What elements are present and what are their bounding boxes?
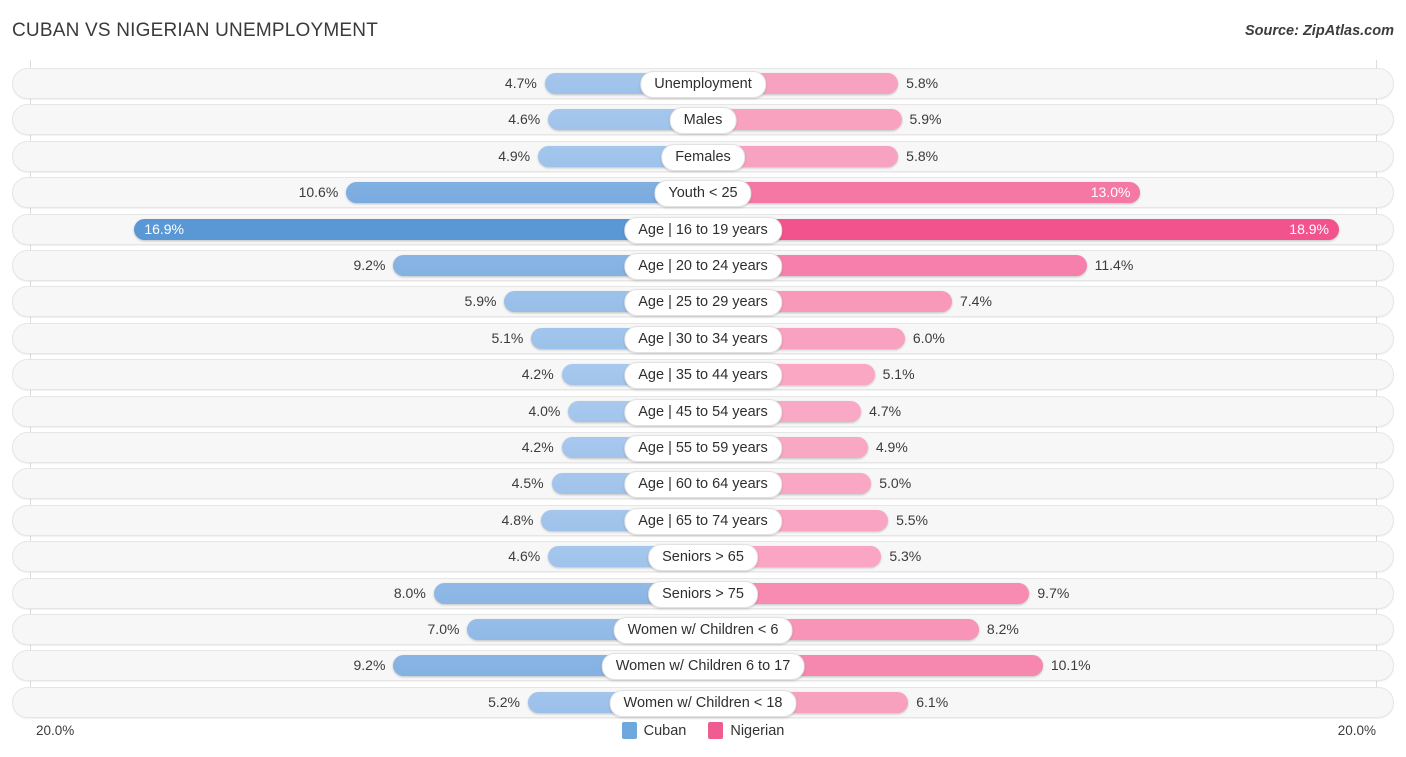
bar-nigerian[interactable]	[703, 218, 1339, 240]
bar-nigerian[interactable]	[703, 182, 1141, 204]
category-label: Age | 25 to 29 years	[624, 289, 782, 317]
bar-group: 10.6% 13.0% Youth < 25	[0, 177, 1406, 208]
category-label: Age | 45 to 54 years	[624, 398, 782, 426]
bar-group: 4.6% 5.9% Males	[0, 104, 1406, 135]
bar-group: 5.1% 6.0% Age | 30 to 34 years	[0, 323, 1406, 354]
bar-group: 4.2% 5.1% Age | 35 to 44 years	[0, 359, 1406, 390]
page-title: CUBAN VS NIGERIAN UNEMPLOYMENT	[12, 20, 378, 41]
bar-value-cuban: 4.8%	[501, 511, 534, 528]
bar-value-cuban: 4.0%	[528, 402, 561, 419]
bar-value-cuban: 16.9%	[144, 220, 185, 237]
bar-value-cuban: 4.6%	[508, 111, 541, 128]
bar-value-nigerian: 5.3%	[889, 548, 922, 565]
category-label: Unemployment	[640, 71, 766, 98]
bar-value-nigerian: 5.8%	[906, 75, 939, 91]
category-label: Women w/ Children 6 to 17	[601, 653, 805, 681]
bar-value-nigerian: 13.0%	[1090, 184, 1131, 201]
category-label: Age | 65 to 74 years	[624, 507, 782, 535]
category-label: Seniors > 75	[648, 580, 758, 608]
bar-group: 4.6% 5.3% Seniors > 65	[0, 541, 1406, 572]
bar-value-nigerian: 7.4%	[960, 293, 992, 310]
bar-value-cuban: 5.2%	[488, 693, 521, 710]
category-label: Age | 60 to 64 years	[624, 471, 782, 499]
bar-value-cuban: 4.6%	[508, 548, 541, 565]
legend-swatch-cuban	[621, 722, 637, 739]
bar-value-nigerian: 11.4%	[1094, 257, 1134, 273]
category-label: Age | 30 to 34 years	[624, 325, 782, 353]
bar-value-nigerian: 18.9%	[1289, 220, 1329, 237]
legend-item-cuban[interactable]: Cuban	[621, 722, 687, 739]
bar-cuban[interactable]	[134, 218, 703, 240]
bar-value-cuban: 5.9%	[464, 293, 497, 310]
bar-group: 9.2% 10.1% Women w/ Children 6 to 17	[0, 650, 1406, 681]
bar-group: 5.2% 6.1% Women w/ Children < 18	[0, 687, 1406, 718]
bar-value-cuban: 4.2%	[521, 366, 554, 383]
bar-value-nigerian: 8.2%	[986, 621, 1019, 637]
bar-group: 7.0% 8.2% Women w/ Children < 6	[0, 614, 1406, 645]
bar-value-cuban: 9.2%	[353, 657, 386, 674]
bar-group: 4.9% 5.8% Females	[0, 141, 1406, 172]
bar-group: 8.0% 9.7% Seniors > 75	[0, 578, 1406, 609]
category-label: Age | 20 to 24 years	[624, 253, 782, 280]
bar-value-nigerian: 4.9%	[875, 439, 908, 455]
bar-group: 16.9% 18.9% Age | 16 to 19 years	[0, 214, 1406, 245]
bar-value-nigerian: 5.8%	[906, 147, 939, 164]
bar-value-nigerian: 4.7%	[869, 402, 902, 419]
legend-label-nigerian: Nigerian	[730, 722, 785, 739]
legend-swatch-nigerian	[708, 722, 724, 739]
bar-value-nigerian: 6.1%	[916, 693, 949, 710]
category-label: Women w/ Children < 18	[609, 689, 797, 717]
bar-value-cuban: 4.2%	[521, 439, 554, 455]
bar-value-nigerian: 10.1%	[1050, 657, 1091, 674]
source-attribution: Source: ZipAtlas.com	[1244, 23, 1394, 39]
bar-group: 9.2% 11.4% Age | 20 to 24 years	[0, 250, 1406, 281]
bar-value-cuban: 10.6%	[298, 184, 339, 201]
category-label: Males	[669, 107, 737, 135]
bar-value-cuban: 4.7%	[504, 75, 537, 91]
category-label: Age | 16 to 19 years	[624, 216, 782, 244]
bar-group: 4.0% 4.7% Age | 45 to 54 years	[0, 396, 1406, 427]
bar-value-cuban: 5.1%	[491, 329, 524, 346]
bar-value-cuban: 9.2%	[353, 257, 386, 273]
bar-group: 4.2% 4.9% Age | 55 to 59 years	[0, 432, 1406, 463]
bar-value-nigerian: 6.0%	[912, 329, 945, 346]
bar-group: 4.7% 5.8% Unemployment	[0, 68, 1406, 99]
bar-value-cuban: 7.0%	[427, 621, 460, 637]
bar-value-nigerian: 5.0%	[879, 475, 912, 492]
bar-value-cuban: 4.9%	[498, 147, 531, 164]
chart-legend: Cuban Nigerian	[0, 722, 1406, 739]
category-label: Women w/ Children < 6	[613, 617, 793, 644]
category-label: Age | 55 to 59 years	[624, 435, 782, 462]
bar-value-nigerian: 5.1%	[882, 366, 915, 383]
category-label: Age | 35 to 44 years	[624, 362, 782, 390]
category-label: Youth < 25	[654, 180, 752, 208]
bar-value-cuban: 4.5%	[511, 475, 544, 492]
chart-root: CUBAN VS NIGERIAN UNEMPLOYMENT Source: Z…	[0, 0, 1406, 757]
legend-label-cuban: Cuban	[643, 722, 687, 739]
bar-value-cuban: 8.0%	[393, 584, 426, 601]
category-label: Seniors > 65	[648, 544, 758, 572]
bar-group: 4.8% 5.5% Age | 65 to 74 years	[0, 505, 1406, 536]
bar-cuban[interactable]	[346, 182, 703, 204]
bar-group: 4.5% 5.0% Age | 60 to 64 years	[0, 468, 1406, 499]
legend-item-nigerian[interactable]: Nigerian	[708, 722, 784, 739]
chart-plot-area: 4.7% 5.8% Unemployment 4.6% 5.9% Males 4.9% 5.8…	[0, 60, 1406, 718]
category-label: Females	[661, 143, 745, 171]
bar-group: 5.9% 7.4% Age | 25 to 29 years	[0, 286, 1406, 317]
bar-value-nigerian: 5.9%	[909, 111, 942, 128]
bar-value-nigerian: 5.5%	[896, 511, 928, 528]
bar-value-nigerian: 9.7%	[1037, 584, 1070, 601]
